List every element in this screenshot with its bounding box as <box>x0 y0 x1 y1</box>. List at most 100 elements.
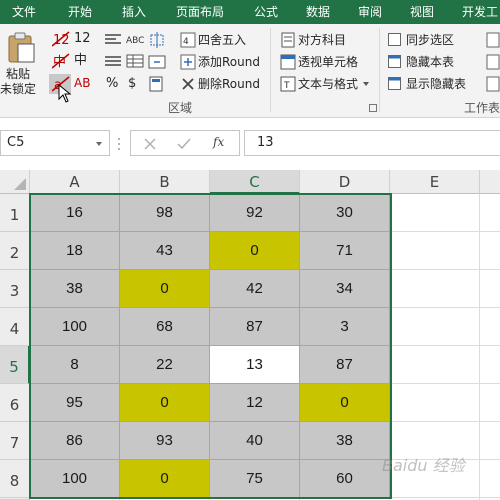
cell-f8[interactable] <box>480 460 500 498</box>
cell-c4[interactable]: 87 <box>210 308 300 346</box>
percent-button[interactable]: % <box>106 76 118 92</box>
tab-page-layout[interactable]: 页面布局 <box>176 0 224 24</box>
row-header-2[interactable]: 2 <box>0 232 30 270</box>
show-hidden-icon[interactable] <box>388 77 402 91</box>
tab-developer[interactable]: 开发工 <box>462 0 498 24</box>
cell-a4[interactable]: 100 <box>30 308 120 346</box>
insert-function-icon[interactable]: fx <box>213 135 224 149</box>
cell-d5[interactable]: 87 <box>300 346 390 384</box>
cell-f3[interactable] <box>480 270 500 308</box>
cell-a1[interactable]: 16 <box>30 194 120 232</box>
cell-a8[interactable]: 100 <box>30 460 120 498</box>
column-header-d[interactable]: D <box>300 170 390 194</box>
list-lines-icon[interactable] <box>104 54 122 68</box>
name-box-dropdown-icon[interactable] <box>95 140 103 148</box>
cell-c8[interactable]: 75 <box>210 460 300 498</box>
cell-e6[interactable] <box>390 384 480 422</box>
cell-e2[interactable] <box>390 232 480 270</box>
cell-b5[interactable]: 22 <box>120 346 210 384</box>
hide-sheet-icon[interactable] <box>388 55 402 69</box>
tab-data[interactable]: 数据 <box>306 0 330 24</box>
row-header-4[interactable]: 4 <box>0 308 30 346</box>
cell-c6[interactable]: 12 <box>210 384 300 422</box>
column-header-f-partial[interactable] <box>480 170 500 194</box>
tab-review[interactable]: 审阅 <box>358 0 382 24</box>
text-format-button[interactable]: 文本与格式 <box>298 76 358 92</box>
char-zhong-button[interactable]: 中 <box>74 53 87 69</box>
cell-b6[interactable]: 0 <box>120 384 210 422</box>
checkbox-sync-icon[interactable] <box>388 33 402 47</box>
row-header-7[interactable]: 7 <box>0 422 30 460</box>
show-hidden-button[interactable]: 显示隐藏表 <box>406 76 466 92</box>
tab-formulas[interactable]: 公式 <box>254 0 278 24</box>
delete-round-button[interactable]: 删除Round <box>198 76 260 92</box>
hide-sheet-button[interactable]: 隐藏本表 <box>406 54 454 70</box>
cell-c5[interactable]: 13 <box>210 346 300 384</box>
column-header-b[interactable]: B <box>120 170 210 194</box>
tab-view[interactable]: 视图 <box>410 0 434 24</box>
cell-d3[interactable]: 34 <box>300 270 390 308</box>
confirm-icon[interactable] <box>177 137 191 151</box>
row-header-6[interactable]: 6 <box>0 384 30 422</box>
abc-case-icon[interactable]: ABC <box>126 32 144 46</box>
cell-d6[interactable]: 0 <box>300 384 390 422</box>
cell-c7[interactable]: 40 <box>210 422 300 460</box>
dollar-button[interactable]: $ <box>128 76 136 92</box>
tab-home[interactable]: 开始 <box>68 0 92 24</box>
name-box[interactable]: C5 <box>0 130 110 156</box>
add-round-button[interactable]: 添加Round <box>198 54 260 70</box>
tab-insert[interactable]: 插入 <box>122 0 146 24</box>
pivot-icon[interactable] <box>280 54 296 70</box>
partial-sheet-icons[interactable] <box>486 32 500 92</box>
row-header-1[interactable]: 1 <box>0 194 30 232</box>
cell-a7[interactable]: 86 <box>30 422 120 460</box>
dialog-launcher-icon[interactable] <box>369 104 377 112</box>
strike-number-icon[interactable]: 12 <box>52 30 70 48</box>
cancel-icon[interactable] <box>143 137 157 151</box>
cell-b2[interactable]: 43 <box>120 232 210 270</box>
pivot-cells-button[interactable]: 透视单元格 <box>298 54 358 70</box>
cell-d2[interactable]: 71 <box>300 232 390 270</box>
crosshair-icon[interactable] <box>148 32 166 48</box>
clipboard-icon[interactable] <box>6 32 36 64</box>
ledger-icon[interactable] <box>280 32 296 48</box>
tab-file[interactable]: 文件 <box>12 0 36 24</box>
column-header-c[interactable]: C <box>210 170 300 194</box>
paste-unlock-label[interactable]: 未锁定 <box>0 81 36 97</box>
cell-f6[interactable] <box>480 384 500 422</box>
strike-char-icon[interactable]: 中 <box>52 52 70 70</box>
delete-round-icon[interactable] <box>180 76 196 92</box>
cell-b4[interactable]: 68 <box>120 308 210 346</box>
cell-b7[interactable]: 93 <box>120 422 210 460</box>
merge-cells-icon[interactable] <box>148 54 166 70</box>
row-header-5[interactable]: 5 <box>0 346 30 384</box>
paste-label[interactable]: 粘贴 <box>6 66 30 82</box>
text-format-icon[interactable]: T <box>280 76 296 92</box>
table-grid-icon[interactable] <box>126 54 144 68</box>
chevron-down-icon[interactable] <box>362 80 370 88</box>
align-lines-icon[interactable] <box>104 32 122 46</box>
cell-b8[interactable]: 0 <box>120 460 210 498</box>
cell-e1[interactable] <box>390 194 480 232</box>
letter-ab-button[interactable]: AB <box>74 75 90 91</box>
cell-d8[interactable]: 60 <box>300 460 390 498</box>
cell-a5[interactable]: 8 <box>30 346 120 384</box>
column-header-a[interactable]: A <box>30 170 120 194</box>
cell-c1[interactable]: 92 <box>210 194 300 232</box>
row-header-8[interactable]: 8 <box>0 460 30 498</box>
compare-subjects-button[interactable]: 对方科目 <box>298 32 346 48</box>
cell-f2[interactable] <box>480 232 500 270</box>
cell-b3[interactable]: 0 <box>120 270 210 308</box>
cell-c3[interactable]: 42 <box>210 270 300 308</box>
cell-f7[interactable] <box>480 422 500 460</box>
cell-f4[interactable] <box>480 308 500 346</box>
row-header-3[interactable]: 3 <box>0 270 30 308</box>
number-12-button[interactable]: 12 <box>74 31 91 47</box>
calculator-icon[interactable] <box>148 76 166 92</box>
cell-d4[interactable]: 3 <box>300 308 390 346</box>
cell-e3[interactable] <box>390 270 480 308</box>
cell-d1[interactable]: 30 <box>300 194 390 232</box>
cell-a3[interactable]: 38 <box>30 270 120 308</box>
formula-bar-grip-icon[interactable] <box>116 137 122 151</box>
round-four-five-button[interactable]: 四舍五入 <box>198 32 246 48</box>
